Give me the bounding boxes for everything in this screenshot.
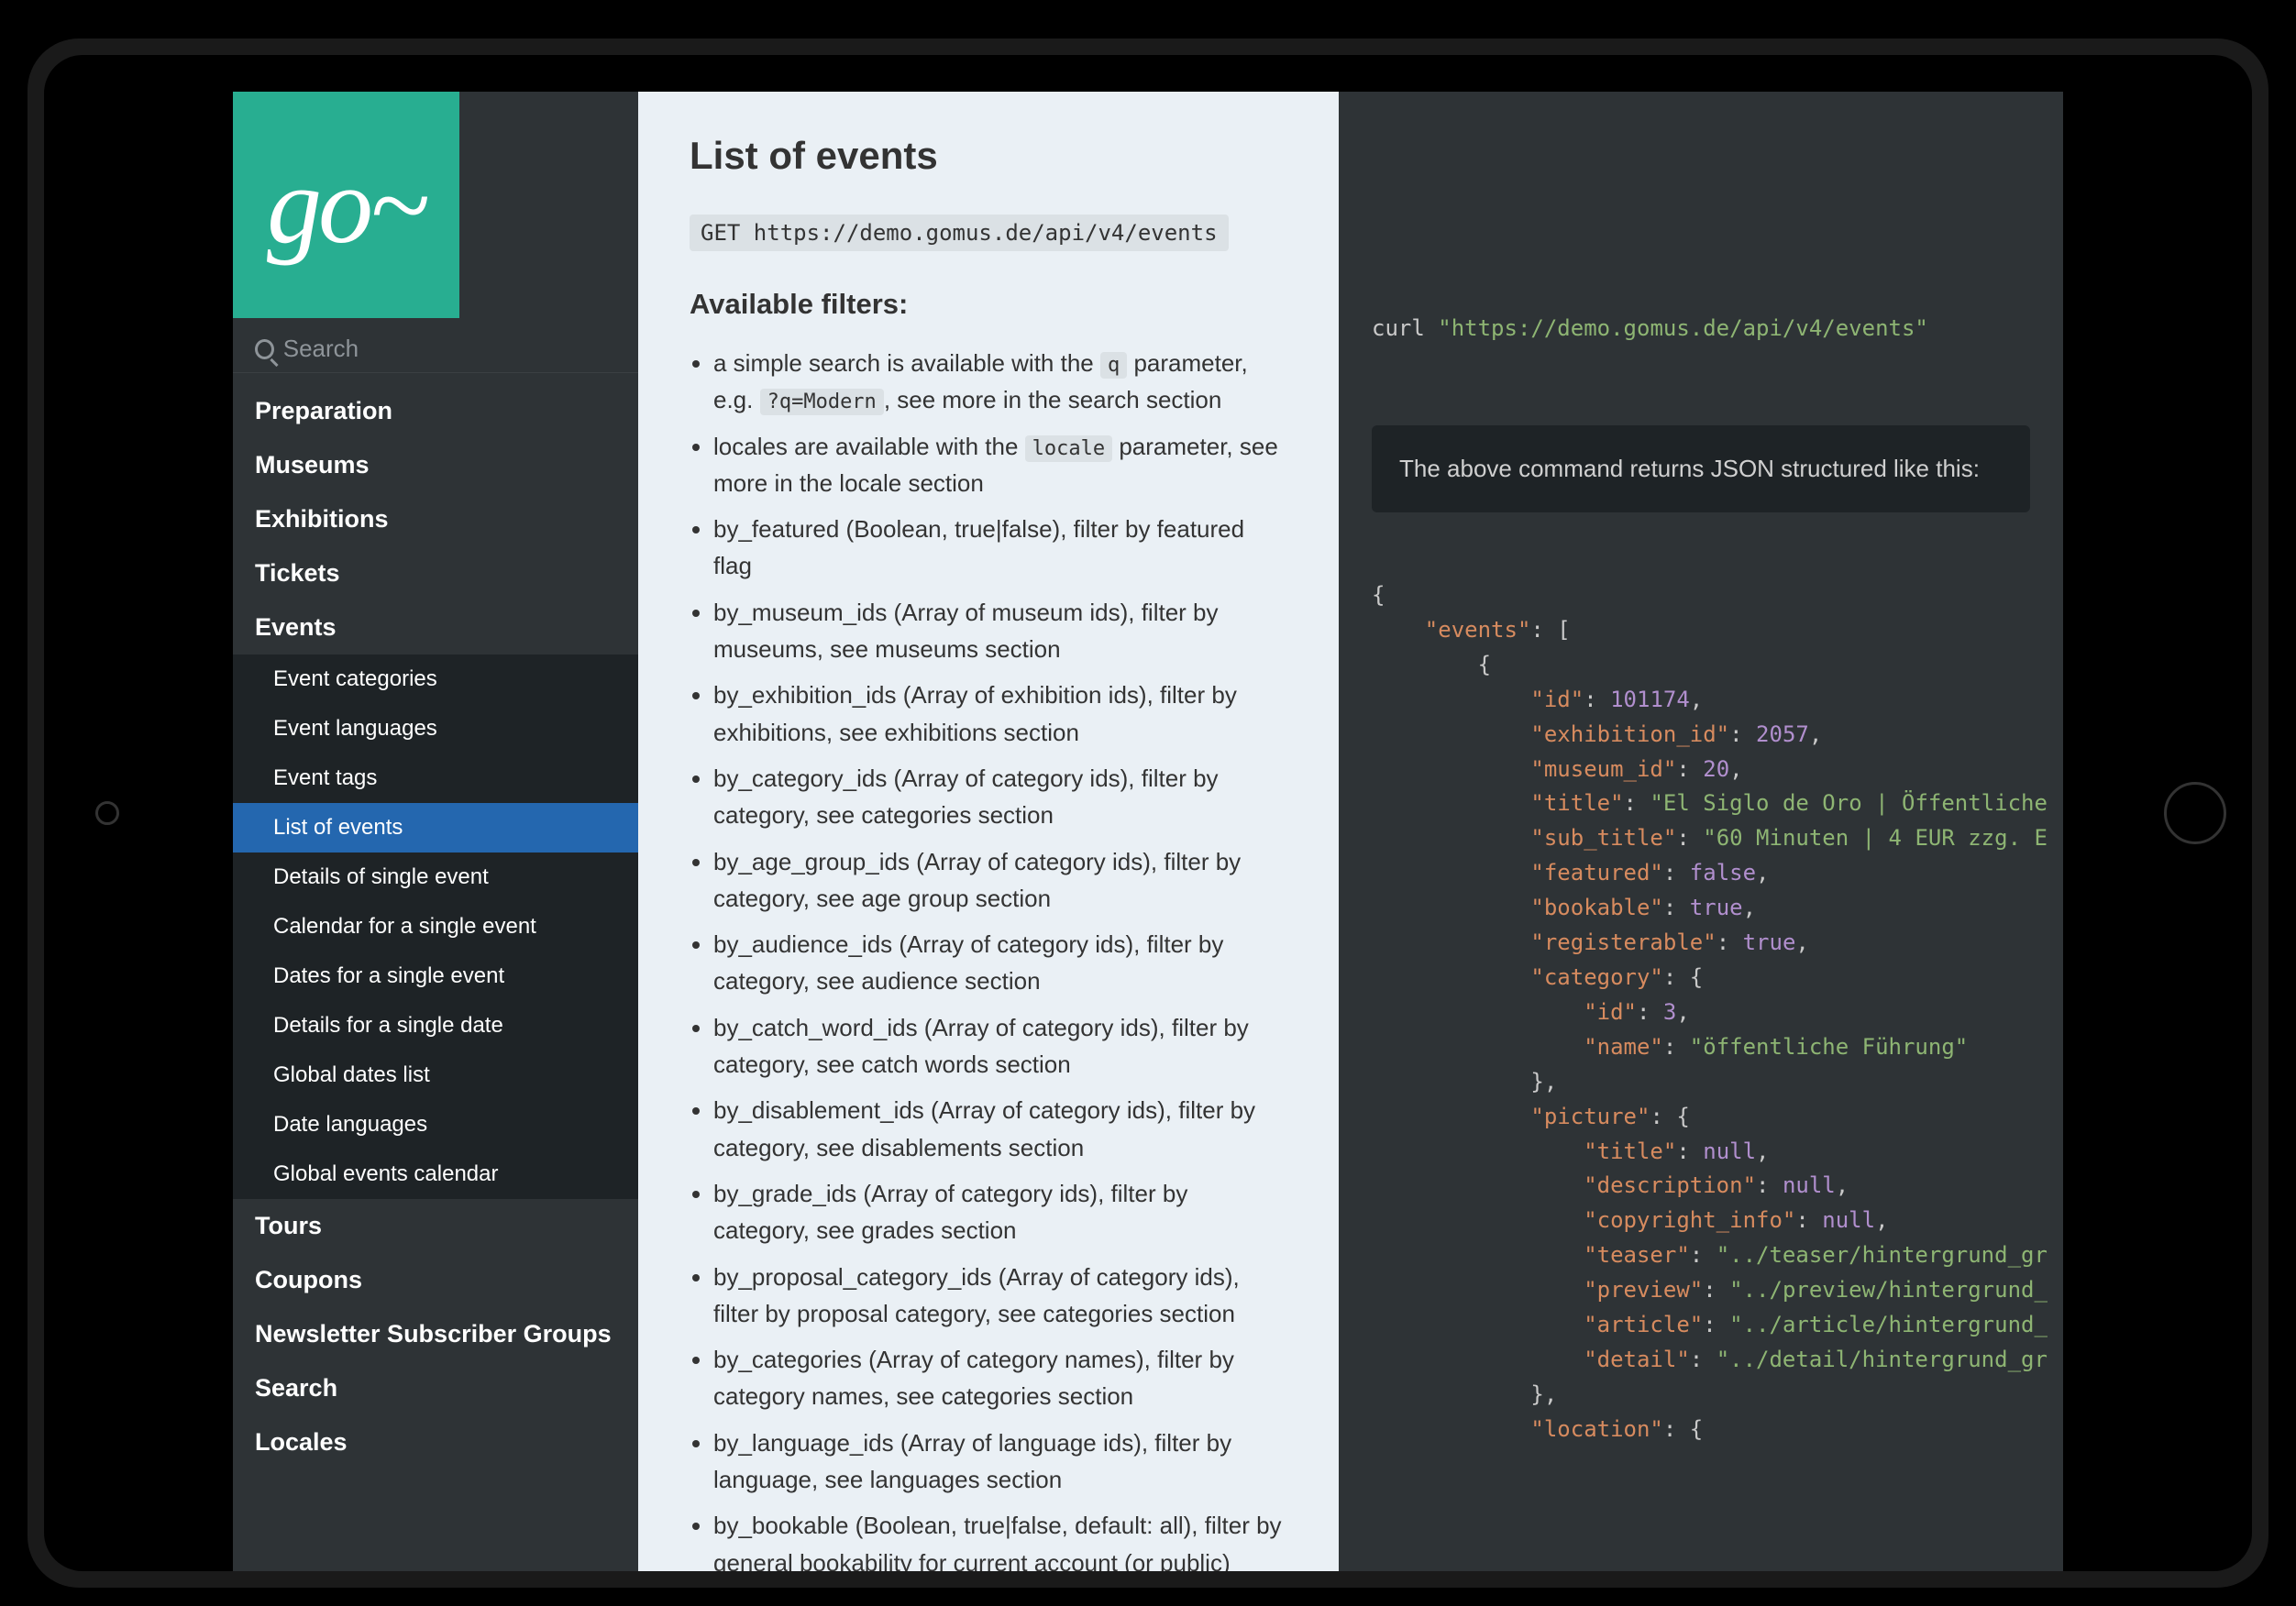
sidebar-subitem-list-of-events[interactable]: List of events bbox=[233, 803, 638, 852]
search-container bbox=[233, 318, 638, 373]
sidebar-nav: PreparationMuseumsExhibitionsTicketsEven… bbox=[233, 373, 638, 1571]
json-response: { "events": [ { "id": 101174, "exhibitio… bbox=[1372, 578, 2063, 1447]
app-screen: go~ PreparationMuseumsExhibitionsTickets… bbox=[233, 92, 2063, 1571]
filter-item: by_category_ids (Array of category ids),… bbox=[713, 760, 1287, 834]
filter-item: by_age_group_ids (Array of category ids)… bbox=[713, 843, 1287, 918]
sidebar-subitem-details-for-a-single-date[interactable]: Details for a single date bbox=[233, 1001, 638, 1050]
filter-item: by_proposal_category_ids (Array of categ… bbox=[713, 1259, 1287, 1333]
code-pane: curl "https://demo.gomus.de/api/v4/event… bbox=[1339, 92, 2063, 1571]
filter-item: by_grade_ids (Array of category ids), fi… bbox=[713, 1175, 1287, 1249]
logo: go~ bbox=[233, 92, 459, 318]
sidebar-subitem-dates-for-a-single-event[interactable]: Dates for a single event bbox=[233, 952, 638, 1001]
filter-item: by_museum_ids (Array of museum ids), fil… bbox=[713, 594, 1287, 668]
sidebar-item-coupons[interactable]: Coupons bbox=[233, 1253, 638, 1307]
sidebar-item-tickets[interactable]: Tickets bbox=[233, 546, 638, 600]
sidebar-item-newsletter-subscriber-groups[interactable]: Newsletter Subscriber Groups bbox=[233, 1307, 638, 1361]
sidebar-subitem-details-of-single-event[interactable]: Details of single event bbox=[233, 852, 638, 902]
filter-item: by_disablement_ids (Array of category id… bbox=[713, 1092, 1287, 1166]
sidebar-subitem-event-tags[interactable]: Event tags bbox=[233, 754, 638, 803]
sidebar-subitem-global-dates-list[interactable]: Global dates list bbox=[233, 1050, 638, 1100]
sidebar-item-exhibitions[interactable]: Exhibitions bbox=[233, 492, 638, 546]
sidebar-item-museums[interactable]: Museums bbox=[233, 438, 638, 492]
sidebar-subitem-event-languages[interactable]: Event languages bbox=[233, 704, 638, 754]
filter-item: by_audience_ids (Array of category ids),… bbox=[713, 926, 1287, 1000]
sidebar-item-events[interactable]: Events bbox=[233, 600, 638, 654]
endpoint-code: GET https://demo.gomus.de/api/v4/events bbox=[690, 214, 1229, 251]
filter-item: by_exhibition_ids (Array of exhibition i… bbox=[713, 676, 1287, 751]
content-pane: List of events GET https://demo.gomus.de… bbox=[638, 92, 1339, 1571]
search-icon bbox=[255, 339, 274, 359]
filter-item: by_categories (Array of category names),… bbox=[713, 1341, 1287, 1415]
filter-item: by_language_ids (Array of language ids),… bbox=[713, 1424, 1287, 1499]
sidebar-subitem-global-events-calendar[interactable]: Global events calendar bbox=[233, 1150, 638, 1199]
sidebar-item-preparation[interactable]: Preparation bbox=[233, 384, 638, 438]
search-input[interactable] bbox=[283, 335, 616, 363]
response-note: The above command returns JSON structure… bbox=[1372, 425, 2030, 512]
sidebar-subitem-event-categories[interactable]: Event categories bbox=[233, 654, 638, 704]
tablet-bezel: go~ PreparationMuseumsExhibitionsTickets… bbox=[44, 55, 2252, 1571]
filter-item: by_catch_word_ids (Array of category ids… bbox=[713, 1009, 1287, 1084]
filter-item: by_bookable (Boolean, true|false, defaul… bbox=[713, 1507, 1287, 1571]
sidebar-item-locales[interactable]: Locales bbox=[233, 1415, 638, 1469]
sidebar-subitem-calendar-for-a-single-event[interactable]: Calendar for a single event bbox=[233, 902, 638, 952]
sidebar: go~ PreparationMuseumsExhibitionsTickets… bbox=[233, 92, 638, 1571]
filters-list: a simple search is available with the q … bbox=[690, 345, 1287, 1571]
filter-item: locales are available with the locale pa… bbox=[713, 428, 1287, 502]
filters-heading: Available filters: bbox=[690, 288, 1287, 321]
camera-icon bbox=[95, 801, 119, 825]
tablet-frame: go~ PreparationMuseumsExhibitionsTickets… bbox=[28, 38, 2268, 1588]
curl-command: curl "https://demo.gomus.de/api/v4/event… bbox=[1372, 315, 2063, 341]
page-title: List of events bbox=[690, 134, 1287, 178]
sidebar-item-search[interactable]: Search bbox=[233, 1361, 638, 1415]
sidebar-subitem-date-languages[interactable]: Date languages bbox=[233, 1100, 638, 1150]
sidebar-item-tours[interactable]: Tours bbox=[233, 1199, 638, 1253]
filter-item: a simple search is available with the q … bbox=[713, 345, 1287, 419]
filter-item: by_featured (Boolean, true|false), filte… bbox=[713, 511, 1287, 585]
home-button[interactable] bbox=[2164, 782, 2226, 844]
